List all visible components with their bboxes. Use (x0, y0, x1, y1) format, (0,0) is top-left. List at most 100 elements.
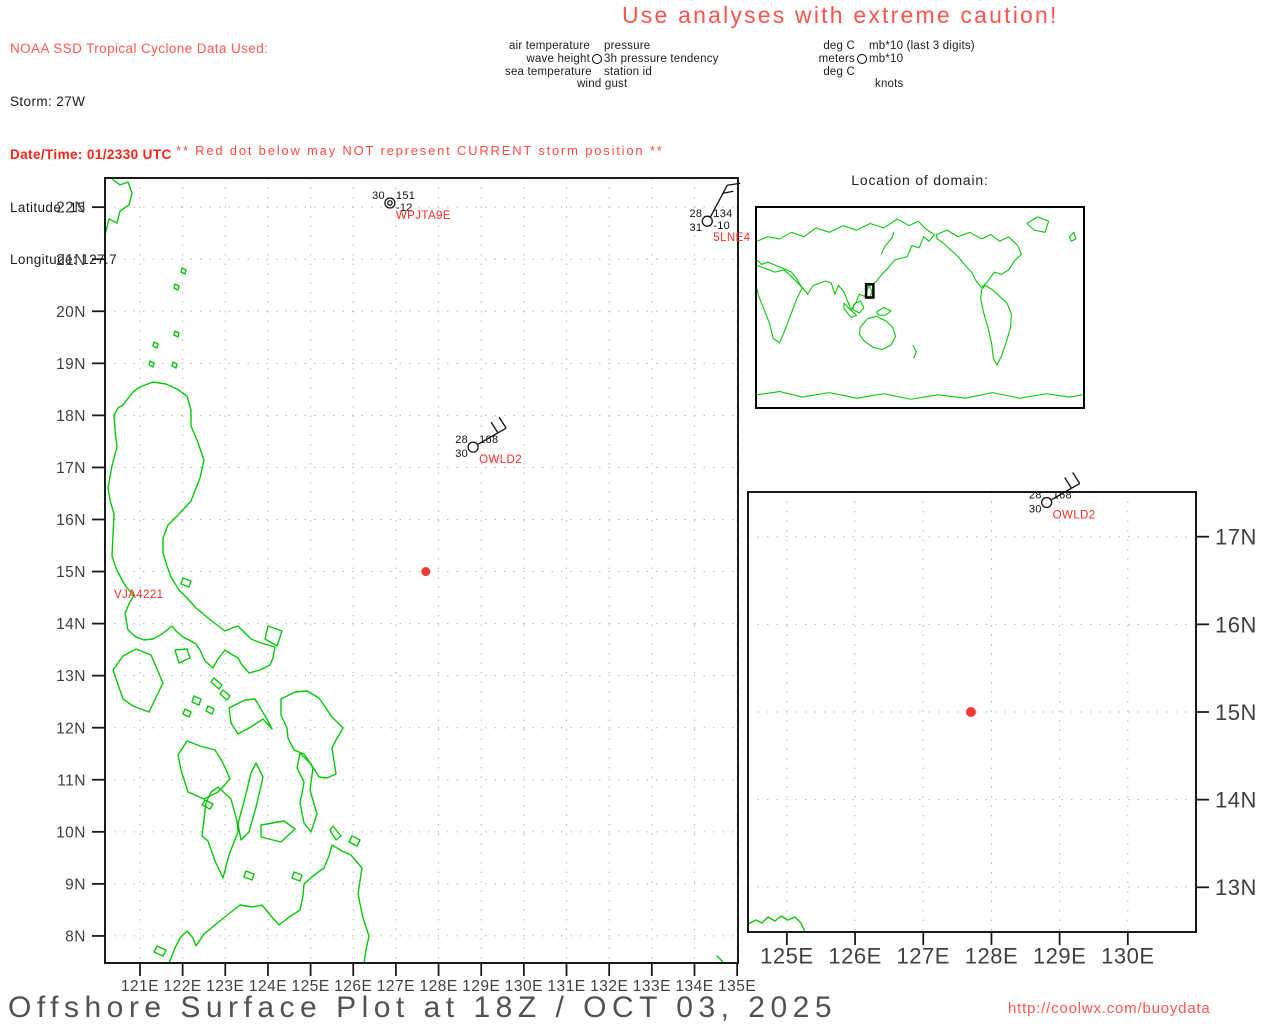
pressure-value: 151 (396, 190, 415, 202)
legend-degc2-label: deg C (823, 65, 855, 78)
coastline (173, 330, 180, 338)
legend-pressure-label: pressure (604, 40, 651, 52)
world-coastline (881, 232, 894, 254)
wind-barb (498, 416, 507, 429)
coastline (173, 283, 180, 291)
world-coastline (859, 316, 895, 349)
storm-position-dot (965, 707, 976, 717)
sea-temperature-value: 30 (455, 448, 468, 460)
storm-position-dot (421, 567, 431, 577)
y-tick-label: 17N (1215, 525, 1257, 550)
pressure-value: 168 (1053, 490, 1072, 502)
coastline (296, 752, 318, 833)
y-tick-label: 18N (56, 408, 86, 425)
x-tick-label: 125E (760, 943, 813, 968)
station-circle-icon (701, 215, 713, 227)
world-coastline (981, 285, 1012, 365)
station-id-label: VJA4221 (114, 589, 163, 601)
coastline (329, 825, 342, 841)
legend-mb10-label: mb*10 (869, 52, 904, 65)
station-WPJTA9E: 30 151-12WPJTA9E (372, 190, 450, 222)
coastline (237, 762, 264, 841)
coastline (182, 708, 192, 718)
world-coastline (1027, 217, 1049, 232)
world-coastline (757, 219, 934, 310)
pressure-value: 134 (713, 208, 732, 220)
plot-title: Offshore Surface Plot at 18Z / OCT 03, 2… (8, 991, 838, 1024)
coastline (107, 381, 276, 674)
zoom-inset-map: 125E 126E 127E 128E 129E 130E 13N 14N 15N 16N 17N 2… (747, 472, 1256, 968)
coastline (228, 698, 273, 735)
station-circle-icon (467, 441, 479, 453)
data-source-line: NOAA SSD Tropical Cyclone Data Used: (10, 41, 269, 57)
y-tick-label: 9N (65, 876, 86, 893)
legend-knots-label: knots (875, 78, 904, 91)
storm-id-line: Storm: 27W (10, 93, 86, 109)
coastline (210, 677, 223, 690)
sea-temperature-value: 30 (1029, 504, 1042, 516)
air-temperature-value: 28 (689, 208, 702, 220)
coastline (219, 689, 231, 701)
y-tick-label: 12N (56, 720, 86, 737)
caution-title: Use analyses with extreme caution! (622, 2, 1059, 28)
pressure-tendency-value: -10 (713, 220, 730, 232)
legend-station-id-label: station id (604, 65, 653, 78)
x-tick-label: 130E (1101, 943, 1154, 968)
legend-meters-label: meters (818, 52, 855, 65)
world-coastline (853, 301, 864, 313)
coastline (260, 820, 296, 843)
coastline (348, 835, 361, 847)
station-units-legend: deg C mb*10 (last 3 digits) meters mb*10… (798, 40, 1038, 91)
coastline (716, 955, 724, 964)
world-coastline (1069, 232, 1075, 241)
y-tick-label: 15N (1215, 700, 1257, 725)
coastline (747, 915, 806, 933)
station-id-label: 5LNE4 (713, 232, 750, 244)
world-inset-map (755, 206, 1085, 409)
x-tick-label: 129E (1033, 943, 1086, 968)
station-circle-icon (592, 54, 602, 65)
coastline (168, 844, 370, 964)
y-tick-label: 16N (56, 512, 86, 529)
legend-wind-gust-label: wind gust (577, 78, 628, 91)
coastline (112, 648, 164, 713)
coastline (291, 871, 303, 882)
coastline (191, 695, 202, 706)
y-tick-label: 13N (56, 668, 86, 685)
coastline (153, 945, 167, 957)
station-circle-icon (1041, 496, 1053, 509)
station-OWLD2: 28 30 168 OWLD2 (455, 416, 522, 466)
wind-barb (723, 190, 734, 194)
y-tick-label: 8N (65, 929, 86, 946)
coastline (104, 177, 133, 236)
world-map-svg (757, 208, 1083, 407)
coastline (280, 690, 344, 779)
source-url-link[interactable]: http://coolwx.com/buoydata (1008, 1000, 1211, 1017)
y-tick-label: 15N (56, 564, 86, 581)
x-tick-label: 128E (965, 943, 1018, 968)
coastline (201, 799, 214, 810)
station-id-label: OWLD2 (1053, 510, 1096, 522)
coastline (243, 870, 255, 881)
wind-barb (1072, 472, 1081, 484)
station-model-legend: air temperature pressure wave height 3h … (505, 40, 735, 91)
surface-plot-page: NOAA SSD Tropical Cyclone Data Used: Sto… (0, 0, 1280, 1024)
coastline (152, 341, 159, 349)
world-coastline (913, 345, 917, 358)
station-5LNE4: 28 31 134-105LNE4 (689, 182, 750, 244)
station-VJA4221: VJA4221 (114, 589, 163, 601)
world-coastline (877, 308, 891, 316)
y-tick-label: 16N (1215, 612, 1257, 637)
storm-position-warning: ** Red dot below may NOT represent CURRE… (176, 143, 664, 158)
legend-wave-height-label: wave height (526, 52, 590, 65)
x-tick-label: 127E (897, 943, 950, 968)
y-tick-label: 22N (56, 200, 86, 217)
calm-inner-circle-icon (387, 200, 393, 206)
sea-temperature-value: 31 (689, 222, 702, 234)
x-tick-label: 126E (828, 943, 881, 968)
y-tick-label: 14N (1215, 788, 1257, 813)
y-tick-label: 10N (56, 824, 86, 841)
legend-mb10-digits-label: mb*10 (last 3 digits) (869, 40, 975, 52)
y-tick-label: 14N (56, 616, 86, 633)
coastline (171, 361, 178, 369)
